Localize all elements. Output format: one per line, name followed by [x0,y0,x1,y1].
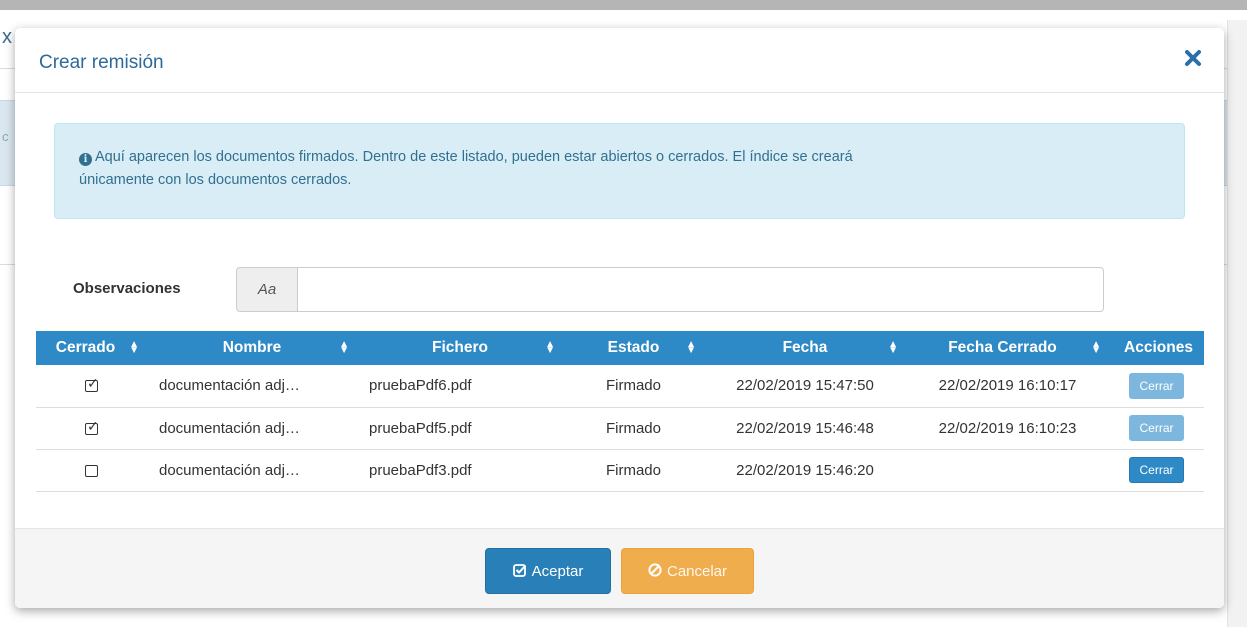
crear-remision-modal: Crear remisión i Aquí aparecen los docume… [15,28,1224,608]
background-band-fragment: c [2,129,9,144]
fichero-cell: pruebaPdf5.pdf [357,407,563,450]
table-row: documentación adj… pruebaPdf3.pdf Firmad… [36,449,1204,492]
column-header-fichero[interactable]: Fichero ▲ ▼ [357,331,563,365]
cerrado-checkbox[interactable] [85,464,98,477]
cerrado-cell: ✓ [36,407,147,450]
alert-text: Aquí aparecen los documentos firmados. D… [95,149,853,165]
check-square-icon [512,563,527,580]
info-icon: i [79,153,92,166]
fichero-cell: pruebaPdf6.pdf [357,365,563,408]
column-header-fecha-cerrado[interactable]: Fecha Cerrado ▲ ▼ [906,331,1109,365]
sort-icon: ▲ ▼ [545,339,555,356]
column-header-cerrado[interactable]: Cerrado ▲ ▼ [36,331,147,365]
fecha-cell: 22/02/2019 15:46:20 [704,449,906,492]
observaciones-label: Observaciones [73,280,181,297]
column-header-label: Fecha Cerrado [948,339,1057,356]
alert-text-continued: únicamente con los documentos cerrados. [79,172,352,188]
modal-footer: Aceptar Cancelar [15,528,1224,608]
estado-cell: Firmado [563,449,704,492]
column-header-fecha[interactable]: Fecha ▲ ▼ [704,331,906,365]
cerrar-button[interactable]: Cerrar [1129,372,1184,399]
table-body: ✓ documentación adj… pruebaPdf6.pdf Firm… [36,365,1204,492]
modal-header: Crear remisión [15,28,1224,93]
sort-icon: ▲ ▼ [888,339,898,356]
observaciones-input-group: Aa [236,267,1104,312]
column-header-label: Estado [607,339,660,356]
background-title-fragment: x [2,26,12,48]
background-scroll-edge [1227,20,1247,627]
table-row: ✓ documentación adj… pruebaPdf5.pdf Firm… [36,407,1204,450]
check-icon: ✓ [87,417,99,434]
nombre-cell: documentación adj… [147,449,357,492]
column-header-label: Acciones [1124,339,1193,356]
close-button[interactable] [1184,49,1202,67]
cancelar-label: Cancelar [666,562,728,580]
sort-icon: ▲ ▼ [129,339,139,356]
cerrado-cell [36,449,147,492]
column-header-label: Fecha [782,339,828,356]
check-icon: ✓ [87,375,99,392]
fecha-cerrado-cell [906,449,1109,492]
column-header-label: Cerrado [55,339,116,356]
close-icon [1185,50,1201,66]
cerrado-checkbox[interactable]: ✓ [85,419,99,435]
sort-icon: ▲ ▼ [1091,339,1101,356]
column-header-label: Fichero [432,339,488,356]
aceptar-label: Aceptar [531,562,584,580]
table-header-row: Cerrado ▲ ▼ Nombre ▲ ▼ Fichero ▲ ▼ Estado ▲ ▼ Fe… [36,331,1204,365]
fecha-cerrado-cell: 22/02/2019 16:10:17 [906,365,1109,408]
cerrar-button[interactable]: Cerrar [1129,457,1184,483]
table-row: ✓ documentación adj… pruebaPdf6.pdf Firm… [36,365,1204,408]
fecha-cell: 22/02/2019 15:46:48 [704,407,906,450]
fichero-cell: pruebaPdf3.pdf [357,449,563,492]
cancelar-button[interactable]: Cancelar [621,548,754,594]
sort-icon: ▲ ▼ [686,339,696,356]
ban-icon [648,562,662,580]
cerrar-button[interactable]: Cerrar [1129,415,1184,441]
nombre-cell: documentación adj… [147,407,357,450]
acciones-cell: Cerrar [1109,449,1204,492]
column-header-estado[interactable]: Estado ▲ ▼ [563,331,704,365]
info-alert: i Aquí aparecen los documentos firmados. … [54,123,1185,219]
estado-cell: Firmado [563,407,704,450]
cerrado-checkbox[interactable]: ✓ [85,376,99,393]
column-header-acciones: Acciones [1109,331,1204,365]
fecha-cerrado-cell: 22/02/2019 16:10:23 [906,407,1109,450]
aceptar-button[interactable]: Aceptar [485,548,611,594]
observaciones-input[interactable] [297,267,1104,312]
acciones-cell: Cerrar [1109,365,1204,408]
documents-table: Cerrado ▲ ▼ Nombre ▲ ▼ Fichero ▲ ▼ Estado ▲ ▼ Fe… [36,331,1204,492]
modal-title: Crear remisión [39,52,164,73]
nombre-cell: documentación adj… [147,365,357,408]
text-addon: Aa [236,267,297,312]
estado-cell: Firmado [563,365,704,408]
column-header-nombre[interactable]: Nombre ▲ ▼ [147,331,357,365]
column-header-label: Nombre [222,339,282,356]
sort-icon: ▲ ▼ [339,339,349,356]
fecha-cell: 22/02/2019 15:47:50 [704,365,906,408]
cerrado-cell: ✓ [36,365,147,408]
acciones-cell: Cerrar [1109,407,1204,450]
